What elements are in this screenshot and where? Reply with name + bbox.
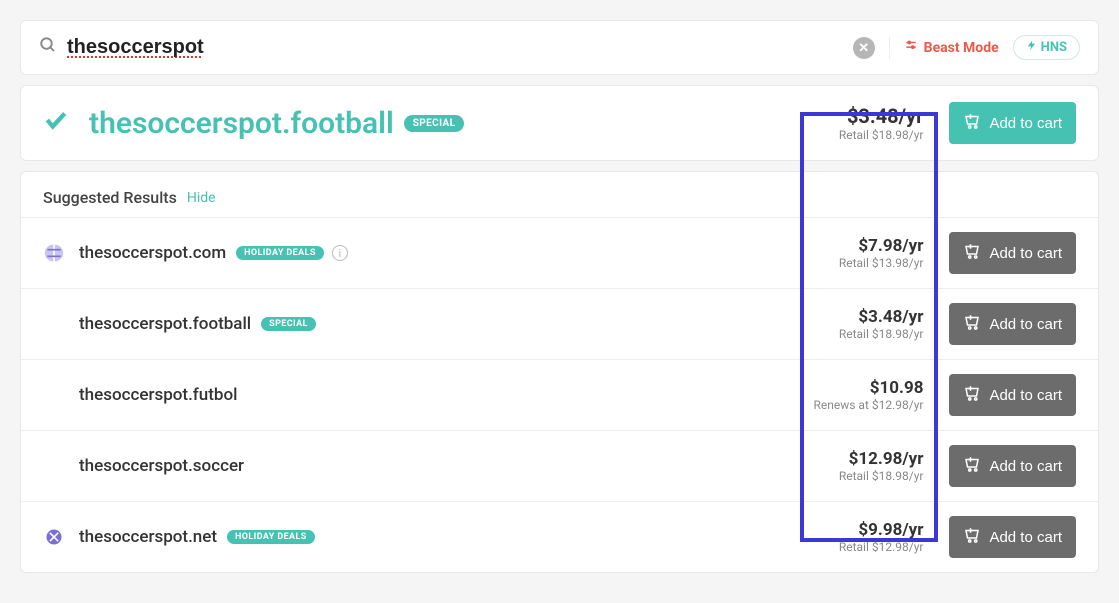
hide-toggle[interactable]: Hide — [187, 190, 216, 206]
result-price: $12.98/yrRetail $18.98/yr — [827, 449, 936, 483]
cta-label: Add to cart — [989, 529, 1062, 546]
globe-icon — [43, 242, 65, 264]
result-badge: SPECIAL — [261, 317, 316, 331]
check-icon — [43, 107, 69, 140]
add-to-cart-button[interactable]: Add to cart — [949, 102, 1076, 144]
cta-label: Add to cart — [989, 458, 1062, 475]
featured-result: thesoccerspot.football SPECIAL $3.48/yr … — [20, 85, 1099, 161]
suggested-results-card: Suggested Results Hide thesoccerspot.com… — [20, 171, 1099, 573]
featured-domain-name: thesoccerspot.football — [89, 106, 394, 141]
domain-name: thesoccerspot.net — [79, 527, 217, 547]
price-sub: Retail $13.98/yr — [839, 256, 924, 270]
add-to-cart-button[interactable]: Add to cart — [949, 232, 1076, 274]
add-to-cart-button[interactable]: Add to cart — [949, 516, 1076, 558]
price-sub: Retail $18.98/yr — [839, 128, 924, 142]
domain-name: thesoccerspot.com — [79, 243, 226, 263]
cta-label: Add to cart — [989, 387, 1062, 404]
cta-label: Add to cart — [989, 115, 1062, 132]
result-row: thesoccerspot.soccer $12.98/yrRetail $18.… — [21, 430, 1098, 501]
hns-label: HNS — [1041, 40, 1067, 55]
result-price: $7.98/yrRetail $13.98/yr — [827, 236, 936, 270]
result-row: thesoccerspot.futbol $10.98Renews at $12.… — [21, 359, 1098, 430]
price-sub: Retail $18.98/yr — [839, 469, 924, 483]
price-sub: Retail $18.98/yr — [839, 327, 924, 341]
price-main: $10.98 — [814, 378, 924, 398]
beast-mode-label: Beast Mode — [924, 40, 999, 56]
cart-icon — [963, 112, 981, 134]
price-main: $12.98/yr — [839, 449, 924, 469]
hns-toggle[interactable]: HNS — [1013, 35, 1080, 60]
result-price: $3.48/yrRetail $18.98/yr — [827, 307, 936, 341]
search-bar: ✕ Beast Mode HNS — [20, 20, 1099, 75]
info-icon[interactable]: i — [332, 245, 348, 261]
price-main: $3.48/yr — [839, 104, 924, 128]
cta-label: Add to cart — [989, 245, 1062, 262]
clear-search-button[interactable]: ✕ — [853, 37, 875, 59]
cta-label: Add to cart — [989, 316, 1062, 333]
result-price: $9.98/yrRetail $12.98/yr — [827, 520, 936, 554]
domain-name: thesoccerspot.soccer — [79, 456, 244, 476]
result-badge: HOLIDAY DEALS — [236, 246, 324, 260]
add-to-cart-button[interactable]: Add to cart — [949, 445, 1076, 487]
divider — [889, 37, 890, 59]
featured-badge: SPECIAL — [404, 115, 465, 132]
result-row: thesoccerspot.net HOLIDAY DEALS $9.98/yrRe… — [21, 501, 1098, 572]
domain-name: thesoccerspot.futbol — [79, 385, 237, 405]
swirl-icon — [43, 526, 65, 548]
cart-icon — [963, 384, 981, 406]
suggested-header: Suggested Results Hide — [21, 172, 1098, 217]
beast-mode-toggle[interactable]: Beast Mode — [904, 39, 999, 57]
cart-icon — [963, 313, 981, 335]
result-price: $10.98Renews at $12.98/yr — [802, 378, 936, 412]
price-main: $3.48/yr — [839, 307, 924, 327]
suggested-title: Suggested Results — [43, 188, 177, 207]
page-container: ✕ Beast Mode HNS thesoccerspot.football … — [20, 20, 1099, 573]
result-row: thesoccerspot.football SPECIAL $3.48/yrRet… — [21, 288, 1098, 359]
featured-price: $3.48/yr Retail $18.98/yr — [827, 104, 936, 142]
add-to-cart-button[interactable]: Add to cart — [949, 374, 1076, 416]
cart-icon — [963, 455, 981, 477]
result-row: thesoccerspot.com HOLIDAY DEALS i $7.98/yrR… — [21, 217, 1098, 288]
price-sub: Renews at $12.98/yr — [814, 398, 924, 412]
price-main: $7.98/yr — [839, 236, 924, 256]
search-input[interactable] — [67, 36, 853, 59]
cart-icon — [963, 526, 981, 548]
cart-icon — [963, 242, 981, 264]
search-icon — [39, 36, 57, 59]
sliders-icon — [904, 39, 918, 57]
result-rows: thesoccerspot.comHOLIDAY DEALSi$7.98/yrR… — [21, 217, 1098, 572]
result-badge: HOLIDAY DEALS — [227, 530, 315, 544]
add-to-cart-button[interactable]: Add to cart — [949, 303, 1076, 345]
domain-name: thesoccerspot.football — [79, 314, 251, 334]
bolt-icon — [1026, 40, 1037, 55]
price-main: $9.98/yr — [839, 520, 924, 540]
price-sub: Retail $12.98/yr — [839, 540, 924, 554]
